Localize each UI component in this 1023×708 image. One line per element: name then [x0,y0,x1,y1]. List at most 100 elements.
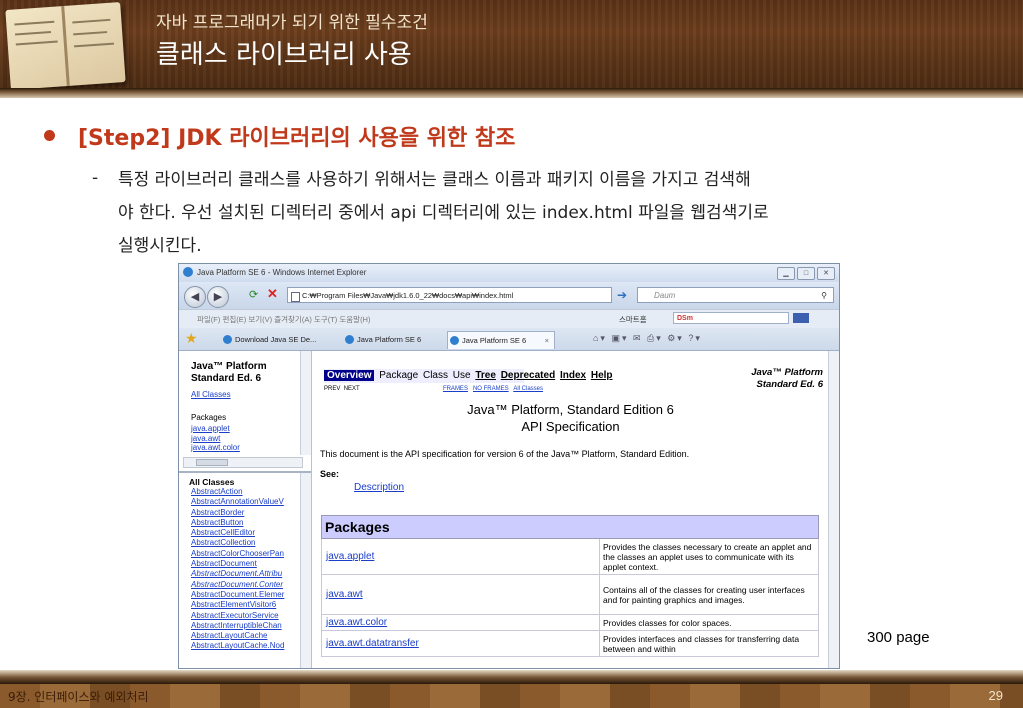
book-spine [61,5,70,87]
paragraph-line: 특정 라이브러리 클래스를 사용하기 위해서는 클래스 이름과 패키지 이름을 … [118,170,751,190]
java-label-line: Standard Ed. 6 [756,379,823,390]
tab-java-platform-active[interactable]: Java Platform SE 6 × [447,331,555,349]
tab-java-platform[interactable]: Java Platform SE 6 [343,331,443,349]
ie-tab-icon [223,335,232,344]
class-link[interactable]: AbstractDocument.Elemer [191,590,284,600]
class-link[interactable]: AbstractAction [191,487,284,497]
page-reference: 300 page [867,629,930,646]
class-link[interactable]: AbstractExecutorService [191,611,284,621]
header-title: 클래스 라이브러리 사용 [156,40,412,70]
class-link[interactable]: AbstractInterruptibleChan [191,621,284,631]
api-heading: Java™ Platform, Standard Edition 6 API S… [312,401,829,435]
class-link[interactable]: AbstractLayoutCache [191,631,284,641]
favorites-star-icon[interactable]: ★ [185,331,198,345]
all-classes-link[interactable]: All Classes [513,386,543,392]
menu-items[interactable]: 파일(F) 편집(E) 보기(V) 즐겨찾기(A) 도구(T) 도움말(H) [197,314,370,325]
stop-icon[interactable]: ✕ [267,286,278,302]
package-description: Provides interfaces and classes for tran… [599,630,819,657]
nav-tree[interactable]: Tree [475,370,496,381]
scrollbar-thumb[interactable] [196,459,228,466]
tab-bar: ★ Download Java SE De... Java Platform S… [179,328,839,351]
search-placeholder: Daum [654,291,676,300]
class-link[interactable]: AbstractLayoutCache.Nod [191,641,284,651]
tab-download-java[interactable]: Download Java SE De... [221,331,339,349]
book-text-line [73,31,108,36]
package-name-link[interactable]: java.awt.datatransfer [321,630,600,657]
frames-link[interactable]: FRAMES [443,386,468,392]
paragraph-line: 실행시킨다. [118,236,202,256]
nav-deprecated[interactable]: Deprecated [501,370,555,381]
tab-label: Java Platform SE 6 [357,335,422,344]
nav-help[interactable]: Help [591,370,613,381]
address-bar[interactable]: C:₩Program Files₩Java₩jdk1.6.0_22₩docs₩a… [287,287,612,303]
api-heading-line: API Specification [521,419,620,434]
api-heading-line: Java™ Platform, Standard Edition 6 [467,402,674,417]
refresh-icon[interactable]: ⟳ [249,288,258,301]
close-icon[interactable]: ✕ [817,267,835,280]
nav-overview[interactable]: Overview [324,370,375,381]
table-row: java.applet Provides the classes necessa… [321,538,819,575]
class-link[interactable]: AbstractButton [191,518,284,528]
toolbar-icons[interactable]: ⌂▾ ▣▾ ✉ ⎙▾ ⚙▾ ?▾ [593,333,702,344]
back-arrow-icon[interactable]: ◀ [184,286,206,308]
dsm-search-field[interactable]: DSm [673,312,789,324]
sub-navigation: PREV NEXT FRAMES NO FRAMES All Classes [324,386,543,392]
ie-logo-icon [183,267,193,277]
class-link[interactable]: AbstractCellEditor [191,528,284,538]
packages-table-header: Packages [321,515,819,539]
search-input[interactable]: Daum ⚲ [637,287,834,303]
main-frame: Overview Package Class Use Tree Deprecat… [312,351,839,668]
package-name-link[interactable]: java.applet [321,538,600,575]
class-link[interactable]: AbstractDocument.Conter [191,580,284,590]
dash-marker: - [92,168,99,188]
nav-index[interactable]: Index [560,370,586,381]
maximize-icon[interactable]: □ [797,267,815,280]
class-link[interactable]: AbstractAnnotationValueV [191,497,284,507]
vertical-scrollbar[interactable] [300,351,311,455]
class-link[interactable]: AbstractBorder [191,508,284,518]
class-list: AbstractAction AbstractAnnotationValueV Ab… [191,487,284,652]
no-frames-link[interactable]: NO FRAMES [473,386,509,392]
package-name-link[interactable]: java.awt [321,574,600,615]
window-controls: ▁ □ ✕ [777,267,835,280]
search-icon[interactable]: ⚲ [821,288,827,304]
class-link[interactable]: AbstractCollection [191,538,284,548]
dsm-search-button[interactable] [793,313,809,323]
package-link[interactable]: java.awt [191,434,240,444]
minimize-icon[interactable]: ▁ [777,267,795,280]
package-link[interactable]: java.awt.color [191,443,240,453]
browser-titlebar: Java Platform SE 6 - Windows Internet Ex… [179,264,839,282]
browser-window: Java Platform SE 6 - Windows Internet Ex… [178,263,840,669]
horizontal-scrollbar[interactable] [183,457,303,468]
body-paragraph: 특정 라이브러리 클래스를 사용하기 위해서는 클래스 이름과 패키지 이름을 … [118,164,988,263]
vertical-scrollbar[interactable] [300,473,311,668]
vertical-scrollbar[interactable] [828,351,839,668]
packages-heading: Packages [321,515,819,539]
page-content: Java™ Platform Standard Ed. 6 All Classe… [179,351,839,668]
menu-bar: 파일(F) 편집(E) 보기(V) 즐겨찾기(A) 도구(T) 도움말(H) 스… [179,309,839,328]
next-label: NEXT [343,386,360,392]
book-text-line [72,18,111,24]
all-classes-link[interactable]: All Classes [191,390,231,399]
book-text-line [15,30,52,36]
class-link[interactable]: AbstractDocument [191,559,284,569]
package-link[interactable]: java.applet [191,424,240,434]
platform-line: Java™ Platform [191,361,267,372]
description-link[interactable]: Description [354,482,404,493]
platform-title: Java™ Platform Standard Ed. 6 [191,361,267,385]
tab-close-icon[interactable]: × [545,332,549,350]
go-arrow-icon[interactable]: ➔ [617,288,633,302]
package-description: Provides the classes necessary to create… [599,538,819,575]
tab-label: Java Platform SE 6 [462,336,527,345]
forward-arrow-icon[interactable]: ▶ [207,286,229,308]
packages-frame: Java™ Platform Standard Ed. 6 All Classe… [179,351,311,473]
classes-frame: All Classes AbstractAction AbstractAnnota… [179,473,311,668]
smart-home-link[interactable]: 스마트홈 [619,314,647,325]
package-name-link[interactable]: java.awt.color [321,614,600,631]
address-text: C:₩Program Files₩Java₩jdk1.6.0_22₩docs₩a… [302,291,514,300]
class-link[interactable]: AbstractElementVisitor6 [191,600,284,610]
class-link[interactable]: AbstractColorChooserPan [191,549,284,559]
footer-shelf-edge [0,670,1023,684]
prev-label: PREV [324,386,341,392]
class-link[interactable]: AbstractDocument.Attribu [191,569,284,579]
